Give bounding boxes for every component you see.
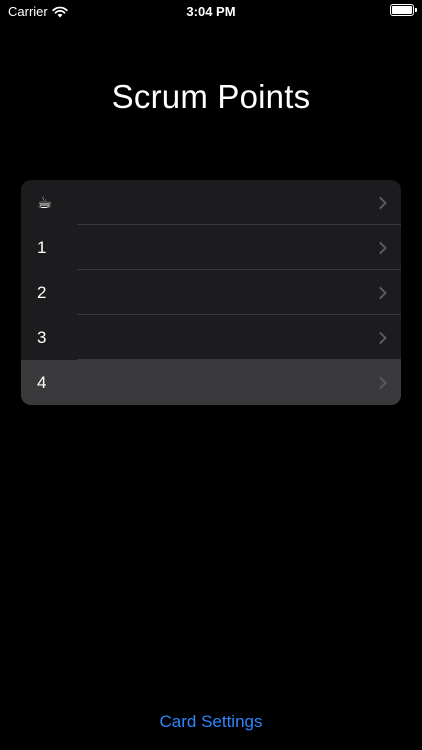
page-title: Scrum Points: [111, 78, 311, 115]
chevron-right-icon: [374, 286, 387, 299]
card-settings-button[interactable]: Card Settings: [0, 712, 422, 732]
chevron-right-icon: [374, 376, 387, 389]
list-item-4[interactable]: 4: [21, 360, 401, 405]
battery-fill: [392, 6, 412, 14]
chevron-right-icon: [374, 196, 387, 209]
list-item-label: 4: [37, 373, 47, 392]
battery-icon: [390, 4, 417, 16]
list-item-3[interactable]: 3: [21, 315, 401, 360]
clock: 3:04 PM: [186, 4, 236, 19]
status-bar: Carrier 3:04 PM: [0, 0, 422, 22]
list-item-label: 3: [37, 328, 47, 347]
list-item-coffee[interactable]: ☕: [21, 180, 401, 225]
list-item-label: 1: [37, 238, 47, 257]
list-item-1[interactable]: 1: [21, 225, 401, 270]
list-item-2[interactable]: 2: [21, 270, 401, 315]
chevron-right-icon: [374, 241, 387, 254]
list-item-label: 2: [37, 283, 47, 302]
chevron-right-icon: [374, 331, 387, 344]
points-list: ☕ 1 2 3 4: [21, 180, 401, 405]
list-item-label: ☕: [37, 193, 53, 212]
